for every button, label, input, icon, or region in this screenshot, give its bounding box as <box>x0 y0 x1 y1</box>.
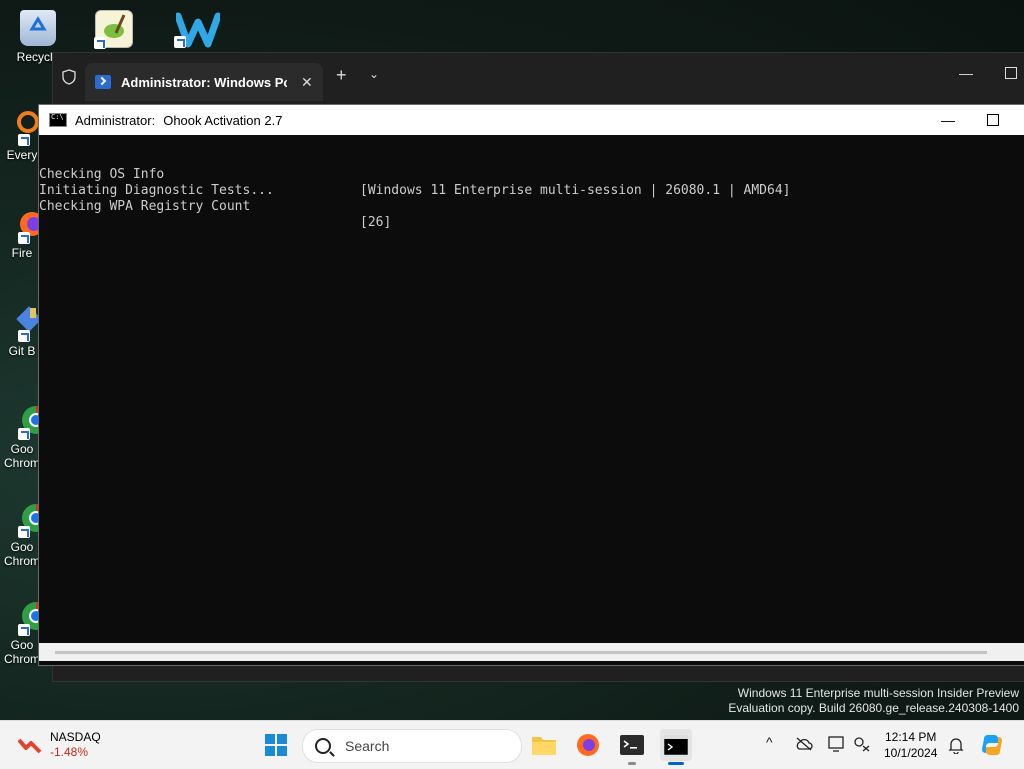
console-title-bar: Administrator: Ohook Activation 2.7 — <box>39 105 1024 135</box>
clock-time: 12:14 PM <box>885 730 937 744</box>
terminal-tab[interactable]: Administrator: Windows Powe ✕ <box>85 63 323 101</box>
chrome-icon <box>4 500 50 538</box>
w-app-icon <box>174 10 222 48</box>
scrollbar-thumb[interactable] <box>55 651 987 654</box>
network-disconnected-icon[interactable] <box>853 736 871 752</box>
console-title-left: Administrator: <box>75 112 156 128</box>
shield-icon <box>62 69 76 85</box>
console-icon <box>49 113 67 127</box>
taskbar: NASDAQ -1.48% Search ^ 12:14 PM 10/1/202… <box>0 720 1024 769</box>
watermark-line-2: Evaluation copy. Build 26080.ge_release.… <box>728 701 1019 715</box>
terminal-taskbar-button[interactable] <box>616 729 648 765</box>
powershell-icon <box>95 75 111 89</box>
console-line-label: Checking WPA Registry Count <box>39 199 251 214</box>
recycle-bin-icon <box>20 10 56 46</box>
windows-logo-icon <box>265 734 287 756</box>
new-tab-button[interactable]: + <box>336 65 347 86</box>
tab-dropdown-button[interactable]: ⌄ <box>369 67 379 81</box>
terminal-tab-title: Administrator: Windows Powe <box>121 74 287 90</box>
chrome-icon <box>4 402 50 440</box>
search-icon <box>315 738 331 754</box>
firefox-icon <box>577 734 599 756</box>
stock-chart-icon <box>17 734 42 754</box>
search-box[interactable]: Search <box>302 729 522 763</box>
clock[interactable]: 12:14 PM 10/1/2024 <box>884 729 937 761</box>
folder-icon <box>532 737 556 755</box>
stock-change: -1.48% <box>50 745 89 759</box>
watermark-line-1: Windows 11 Enterprise multi-session Insi… <box>737 686 1019 700</box>
notification-bell-icon[interactable] <box>948 736 964 754</box>
copilot-icon[interactable] <box>980 733 1004 757</box>
search-placeholder: Search <box>345 738 390 754</box>
terminal-icon <box>620 735 644 755</box>
console-line: Initiating Diagnostic Tests... <box>39 167 1024 198</box>
file-explorer-button[interactable] <box>528 729 560 761</box>
clock-date: 10/1/2024 <box>884 746 938 760</box>
chrome-icon <box>4 598 50 636</box>
stock-widget[interactable]: NASDAQ -1.48% <box>17 730 101 760</box>
desktop-icon-w-app[interactable] <box>164 10 224 50</box>
git-bash-icon <box>4 304 42 342</box>
evaluation-watermark: Windows 11 Enterprise multi-session Insi… <box>728 686 1019 716</box>
desktop-icon-notepad-plus[interactable] <box>84 10 144 52</box>
console-maximize-button[interactable] <box>987 114 999 126</box>
stock-name: NASDAQ <box>50 730 101 744</box>
notepad-plus-icon <box>94 10 133 49</box>
close-tab-button[interactable]: ✕ <box>301 74 313 91</box>
console-line: Checking WPA Registry Count [26] <box>39 183 1024 230</box>
console-minimize-button[interactable]: — <box>941 112 955 128</box>
cloud-offline-icon[interactable] <box>795 737 813 751</box>
firefox-taskbar-button[interactable] <box>572 729 604 761</box>
active-indicator <box>668 762 684 765</box>
start-button[interactable] <box>260 729 292 761</box>
console-title-right: Ohook Activation 2.7 <box>163 112 283 128</box>
horizontal-scrollbar[interactable] <box>39 643 1024 661</box>
terminal-maximize-button[interactable] <box>1005 67 1017 79</box>
terminal-minimize-button[interactable]: — <box>959 65 973 81</box>
terminal-tab-bar: Administrator: Windows Powe ✕ + ⌄ — <box>53 53 1024 101</box>
command-prompt-icon <box>664 735 688 755</box>
show-hidden-icons-button[interactable]: ^ <box>766 734 773 750</box>
running-indicator <box>628 762 636 765</box>
console-taskbar-button[interactable] <box>660 729 692 765</box>
display-icon[interactable] <box>828 736 846 752</box>
console-line: Checking OS Info [Windows 11 Enterprise … <box>39 151 1024 198</box>
everything-icon <box>4 108 40 146</box>
console-line-value: [26] <box>360 215 392 230</box>
firefox-icon <box>4 206 44 244</box>
console-window: Administrator: Ohook Activation 2.7 — Ch… <box>38 104 1024 666</box>
console-output: Checking OS Info [Windows 11 Enterprise … <box>39 135 1024 661</box>
